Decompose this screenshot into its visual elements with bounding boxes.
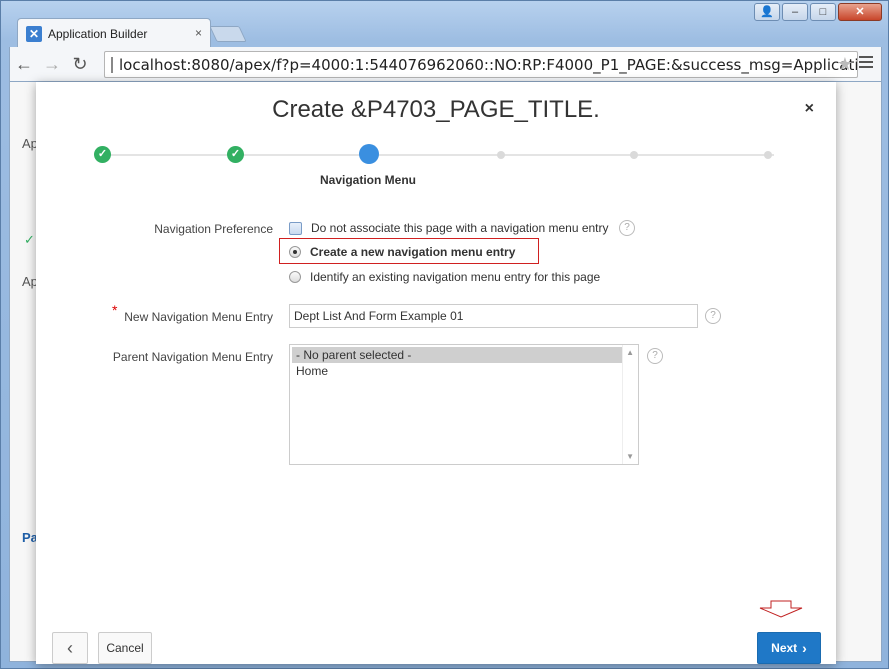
wizard-step-future [764,151,772,159]
cancel-button[interactable]: Cancel [98,632,152,664]
help-icon[interactable]: ? [619,220,635,236]
close-window-button[interactable]: ✕ [838,3,882,21]
option-label: Create a new navigation menu entry [310,245,516,259]
window-controls: 👤 – □ ✕ [754,3,882,21]
wizard-step-future [497,151,505,159]
navigation-preference-label: Navigation Preference [154,222,273,236]
option-label: Do not associate this page with a naviga… [311,221,609,235]
background-right-column [835,82,881,661]
tab-title: Application Builder [48,26,148,41]
wizard-current-step-label: Navigation Menu [320,173,417,187]
option-identify-existing-entry[interactable]: Identify an existing navigation menu ent… [289,270,600,284]
option-create-new-navigation-entry[interactable]: Create a new navigation menu entry [289,245,515,259]
option-radio[interactable] [289,271,301,283]
browser-titlebar: ✕ Application Builder × 👤 – □ ✕ [1,1,888,48]
dialog-title: Create &P4703_PAGE_TITLE. [272,96,600,123]
list-item[interactable]: - No parent selected - [292,347,622,363]
parent-navigation-entry-label: Parent Navigation Menu Entry [112,350,273,364]
minimize-button[interactable]: – [782,3,808,21]
previous-button[interactable]: ‹ [52,632,88,664]
wizard-step-complete-icon: ✓ [227,146,244,163]
option-radio-selected[interactable] [289,246,301,258]
wizard-track [102,154,774,156]
tab-close-icon[interactable]: × [195,26,202,40]
required-indicator: * [112,302,118,318]
reload-icon[interactable]: ↻ [66,51,94,77]
url-text: localhost:8080/apex/f?p=4000:1:544076962… [119,55,858,74]
option-no-navigation-entry[interactable]: Do not associate this page with a naviga… [289,221,609,235]
wizard-step-complete-icon: ✓ [94,146,111,163]
scroll-down-icon[interactable]: ▼ [626,452,634,461]
dialog-close-icon[interactable]: × [805,100,814,118]
maximize-button[interactable]: □ [810,3,836,21]
back-icon[interactable]: ← [10,51,38,77]
list-item[interactable]: Home [292,363,622,379]
chevron-right-icon: › [802,640,807,656]
apex-app-icon: ✕ [26,25,42,42]
address-bar[interactable]: localhost:8080/apex/f?p=4000:1:544076962… [104,51,858,78]
wizard-step-future [630,151,638,159]
next-button[interactable]: Next › [757,632,821,664]
browser-tab[interactable]: ✕ Application Builder × [17,18,211,48]
scroll-up-icon[interactable]: ▲ [626,348,634,357]
background-left-column [10,82,38,661]
new-navigation-entry-input[interactable] [289,304,698,328]
option-label: Identify an existing navigation menu ent… [310,270,601,284]
help-icon[interactable]: ? [647,348,663,364]
forward-icon[interactable]: → [38,51,66,77]
listbox-scrollbar[interactable]: ▲ ▼ [622,345,638,464]
option-checkbox[interactable] [289,221,302,235]
user-icon[interactable]: 👤 [754,3,780,21]
new-tab-button[interactable] [209,26,247,42]
page-icon [111,56,113,73]
browser-toolbar: ← → ↻ localhost:8080/apex/f?p=4000:1:544… [9,47,882,81]
create-page-dialog: Create &P4703_PAGE_TITLE. × ✓ ✓ Navigati… [36,82,836,664]
new-navigation-entry-label: New Navigation Menu Entry [124,310,273,324]
next-button-label: Next [771,641,798,655]
background-check-icon: ✓ [24,232,35,247]
bookmark-star-icon[interactable]: ★ [837,54,853,75]
browser-menu-icon[interactable] [859,56,873,71]
parent-navigation-entry-list[interactable]: - No parent selected - Home ▲ ▼ [289,344,639,465]
annotation-arrow-icon [759,600,803,618]
help-icon[interactable]: ? [705,308,721,324]
wizard-progress: ✓ ✓ [92,142,774,172]
wizard-step-current [359,144,379,164]
